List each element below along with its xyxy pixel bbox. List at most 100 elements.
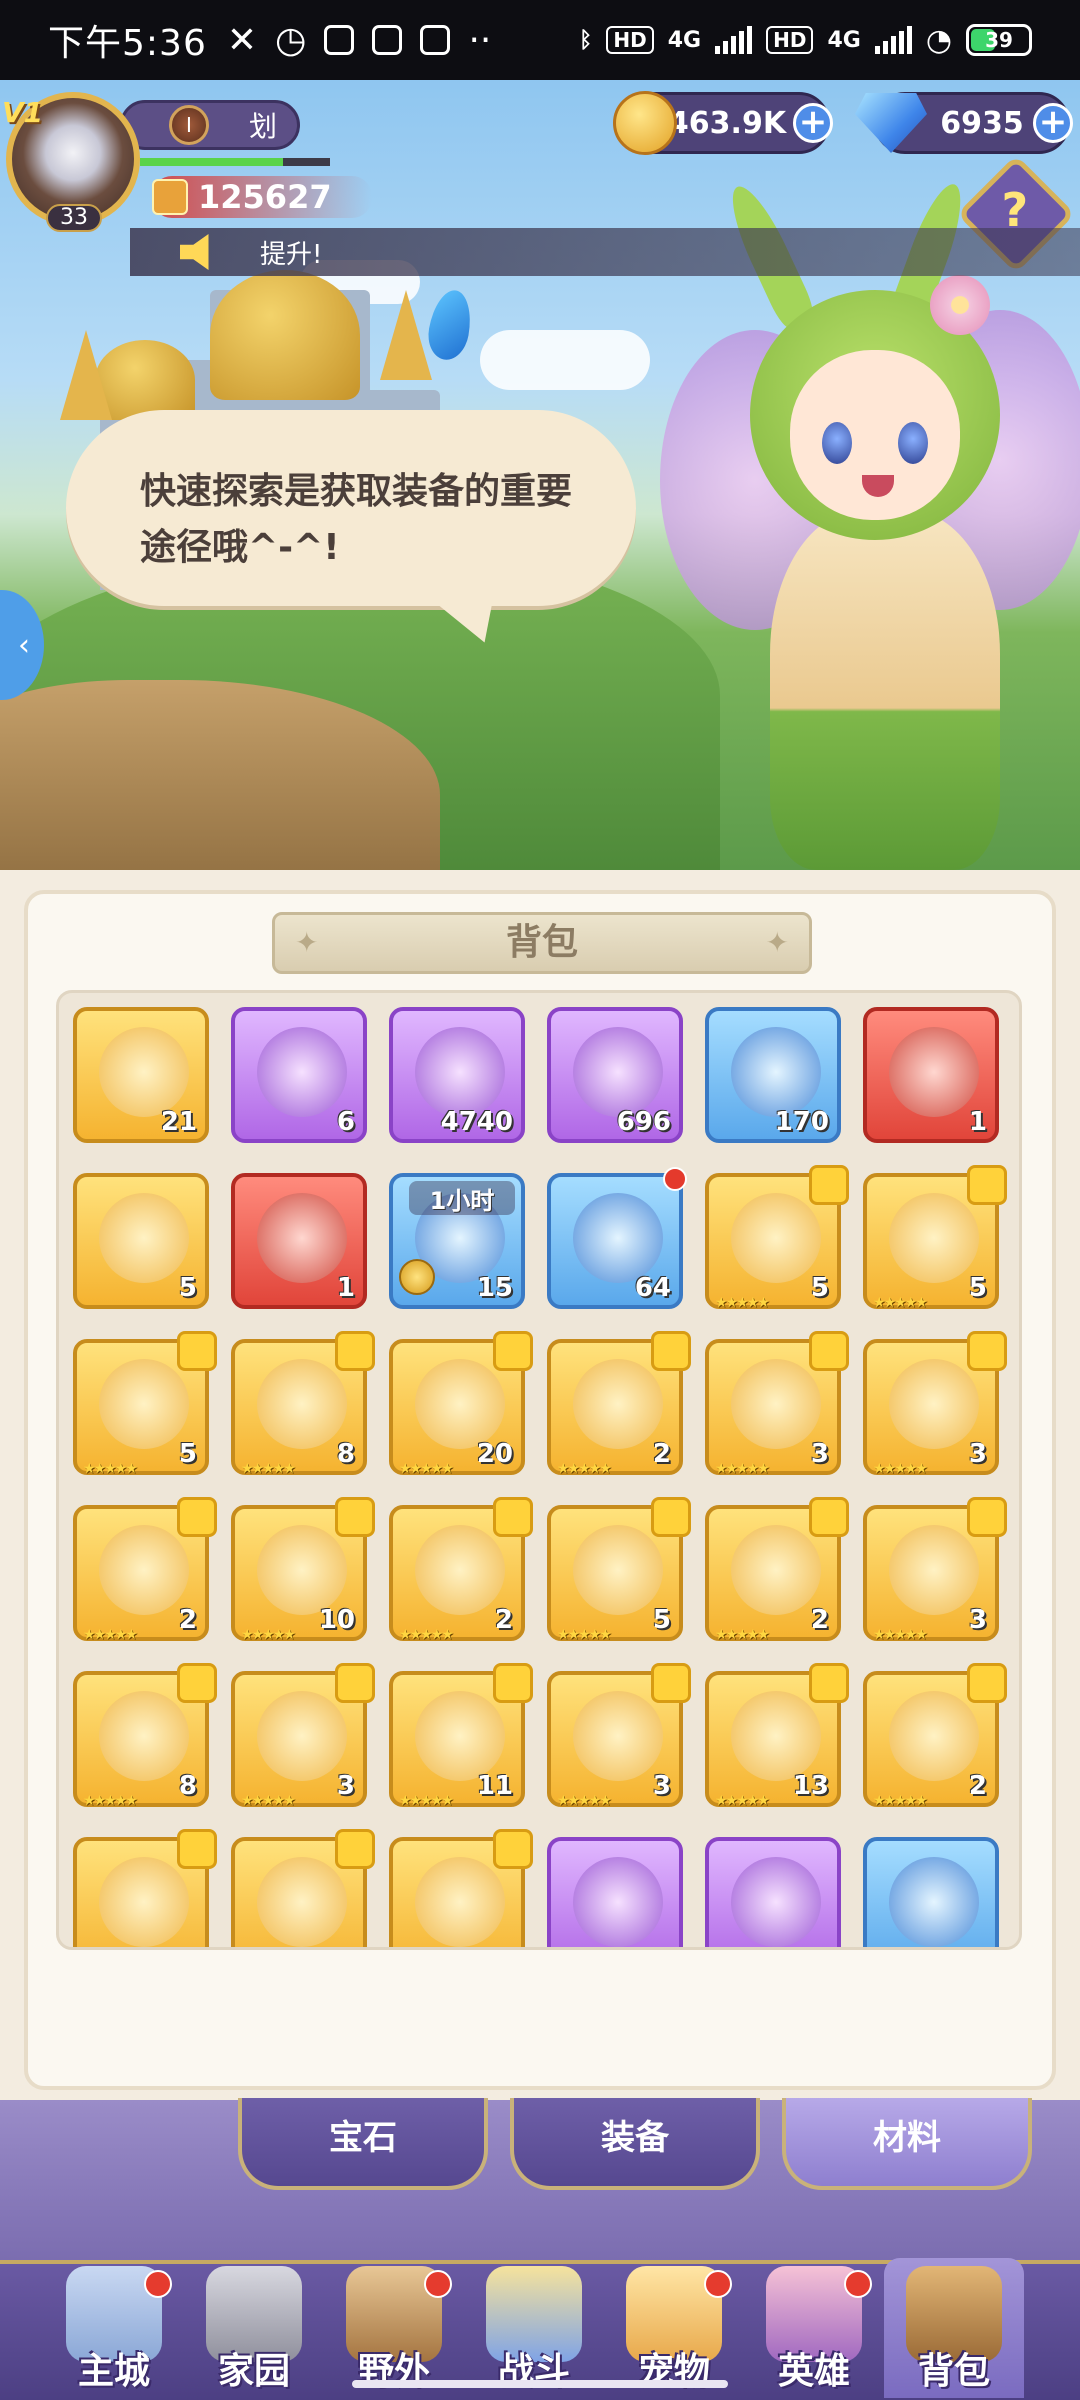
item-count: 5	[810, 1273, 829, 1303]
scroll-roll-icon	[99, 1193, 189, 1283]
bag-item-slot[interactable]: ★★★★★ 20	[389, 1331, 533, 1477]
hero-shard-icon	[573, 1691, 663, 1781]
nav-label: 家园	[217, 2351, 290, 2392]
fairy-guide-character	[660, 178, 1080, 870]
hero-shard-icon	[573, 1359, 663, 1449]
bag-item-slot[interactable]: ★★★★★ 2	[73, 1497, 217, 1643]
bag-grid-area[interactable]: 21 6 4740 696 170 1 5 1 1小时 15 64 ★★★★★ 5 ★★★★★ 5 ★★★★★…	[56, 990, 1022, 1950]
puzzle-piece-icon	[967, 1663, 1007, 1703]
hero-shard-icon	[99, 1359, 189, 1449]
bag-item-slot[interactable]: ★★★★★ 5	[547, 1497, 691, 1643]
guild-tag-icon: I	[169, 105, 209, 145]
bag-item-slot[interactable]: 21	[73, 1007, 209, 1143]
star-rating-icon: ★★★★★	[241, 1627, 296, 1643]
gesture-bar[interactable]	[352, 2380, 728, 2388]
bag-item-slot[interactable]: 4740	[389, 1007, 525, 1143]
item-count: 2	[178, 1605, 197, 1635]
battery-icon: 39	[966, 24, 1032, 56]
bag-item-slot[interactable]: ★★★★★ 11	[389, 1663, 533, 1809]
bread-icon	[731, 1027, 821, 1117]
item-count: 2	[494, 1605, 513, 1635]
puzzle-piece-icon	[493, 1331, 533, 1371]
bag-item-slot[interactable]: ★★★★★ 5	[863, 1165, 1007, 1311]
bag-item-slot[interactable]: ★★★★★	[73, 1829, 217, 1947]
nav-wild[interactable]: 野外	[324, 2258, 464, 2398]
add-gold-button[interactable]: +	[793, 103, 833, 143]
hero-shard-icon	[889, 1691, 979, 1781]
nav-main-city[interactable]: 主城	[44, 2258, 184, 2398]
item-count: 64	[634, 1273, 671, 1303]
star-rating-icon: ★★★★★	[241, 1461, 296, 1477]
puzzle-piece-icon	[809, 1331, 849, 1371]
notification-icons: ✕ ◷ ··	[227, 20, 491, 61]
bag-item-slot[interactable]: 696	[547, 1007, 683, 1143]
bag-item-slot[interactable]: 6	[231, 1007, 367, 1143]
tab-gems[interactable]: 宝石	[238, 2098, 488, 2190]
scroll-icon	[257, 1027, 347, 1117]
alarm-icon: ◷	[275, 19, 307, 61]
bag-item-slot[interactable]: ★★★★★ 10	[231, 1497, 375, 1643]
notification-dot	[663, 1167, 687, 1191]
bag-item-slot[interactable]: ★★★★★	[231, 1829, 375, 1947]
tab-materials[interactable]: 材料	[782, 2098, 1032, 2190]
bag-item-slot[interactable]: ★★★★★ 3	[231, 1663, 375, 1809]
item-count: 5	[968, 1273, 987, 1303]
star-rating-icon: ★★★★★	[83, 1461, 138, 1477]
bag-item-slot[interactable]: 1小时 15	[389, 1173, 525, 1309]
notice-text: 提升!	[260, 239, 323, 270]
bag-item-slot[interactable]: ★★★★★	[389, 1829, 533, 1947]
bag-item-slot[interactable]	[863, 1837, 999, 1947]
bag-item-slot[interactable]	[705, 1837, 841, 1947]
bag-item-slot[interactable]: ★★★★★ 2	[705, 1497, 849, 1643]
item-count: 1	[968, 1107, 987, 1137]
wifi-icon: ◔	[925, 22, 952, 58]
item-count: 6	[336, 1107, 355, 1137]
bag-item-slot[interactable]: 1	[863, 1007, 999, 1143]
item-count: 5	[652, 1605, 671, 1635]
star-rating-icon: ★★★★★	[873, 1461, 928, 1477]
star-rating-icon: ★★★★★	[557, 1793, 612, 1809]
bag-item-slot[interactable]: ★★★★★ 3	[863, 1331, 1007, 1477]
gold-coin-icon	[613, 91, 677, 155]
bag-item-slot[interactable]: ★★★★★ 2	[389, 1497, 533, 1643]
paw-stone-icon	[573, 1027, 663, 1117]
puzzle-piece-icon	[493, 1829, 533, 1869]
bag-item-slot[interactable]: ★★★★★ 3	[705, 1331, 849, 1477]
bag-item-slot[interactable]: ★★★★★ 8	[73, 1663, 217, 1809]
item-count: 696	[616, 1107, 671, 1137]
bag-item-slot[interactable]: 1	[231, 1173, 367, 1309]
hero-shard-icon	[415, 1691, 505, 1781]
tab-equipment[interactable]: 装备	[510, 2098, 760, 2190]
bag-item-slot[interactable]: ★★★★★ 2	[863, 1663, 1007, 1809]
bag-item-slot[interactable]: ★★★★★ 2	[547, 1331, 691, 1477]
player-name: 划	[249, 110, 278, 143]
nav-hero[interactable]: 英雄	[744, 2258, 884, 2398]
nav-pet[interactable]: 宠物	[604, 2258, 744, 2398]
nav-bag[interactable]: 背包	[884, 2258, 1024, 2398]
pink-crystal-icon	[573, 1857, 663, 1947]
nav-battle[interactable]: 战斗	[464, 2258, 604, 2398]
bag-item-slot[interactable]: ★★★★★ 8	[231, 1331, 375, 1477]
bag-item-slot[interactable]: ★★★★★ 3	[863, 1497, 1007, 1643]
book-icon	[257, 1193, 347, 1283]
puzzle-piece-icon	[651, 1497, 691, 1537]
stone-icon	[415, 1027, 505, 1117]
bag-item-slot[interactable]: ★★★★★ 3	[547, 1663, 691, 1809]
hero-shard-icon	[257, 1691, 347, 1781]
item-timer: 1小时	[409, 1181, 515, 1215]
speech-text: 快速探索是获取装备的重要途径哦^-^!	[140, 471, 573, 568]
bag-item-slot[interactable]: ★★★★★ 5	[73, 1331, 217, 1477]
nav-home[interactable]: 家园	[184, 2258, 324, 2398]
add-diamond-button[interactable]: +	[1033, 103, 1073, 143]
player-level: 33	[46, 204, 102, 232]
speech-bubble: 快速探索是获取装备的重要途径哦^-^!	[66, 410, 636, 606]
bag-item-slot[interactable]: 64	[547, 1167, 687, 1309]
bag-item-slot[interactable]: 170	[705, 1007, 841, 1143]
bag-item-slot[interactable]	[547, 1837, 683, 1947]
star-rating-icon: ★★★★★	[557, 1627, 612, 1643]
player-name-pill[interactable]: I 划	[120, 100, 300, 150]
bag-item-slot[interactable]: 5	[73, 1173, 209, 1309]
bag-item-slot[interactable]: ★★★★★ 5	[705, 1165, 849, 1311]
puzzle-piece-icon	[967, 1165, 1007, 1205]
bag-item-slot[interactable]: ★★★★★ 13	[705, 1663, 849, 1809]
